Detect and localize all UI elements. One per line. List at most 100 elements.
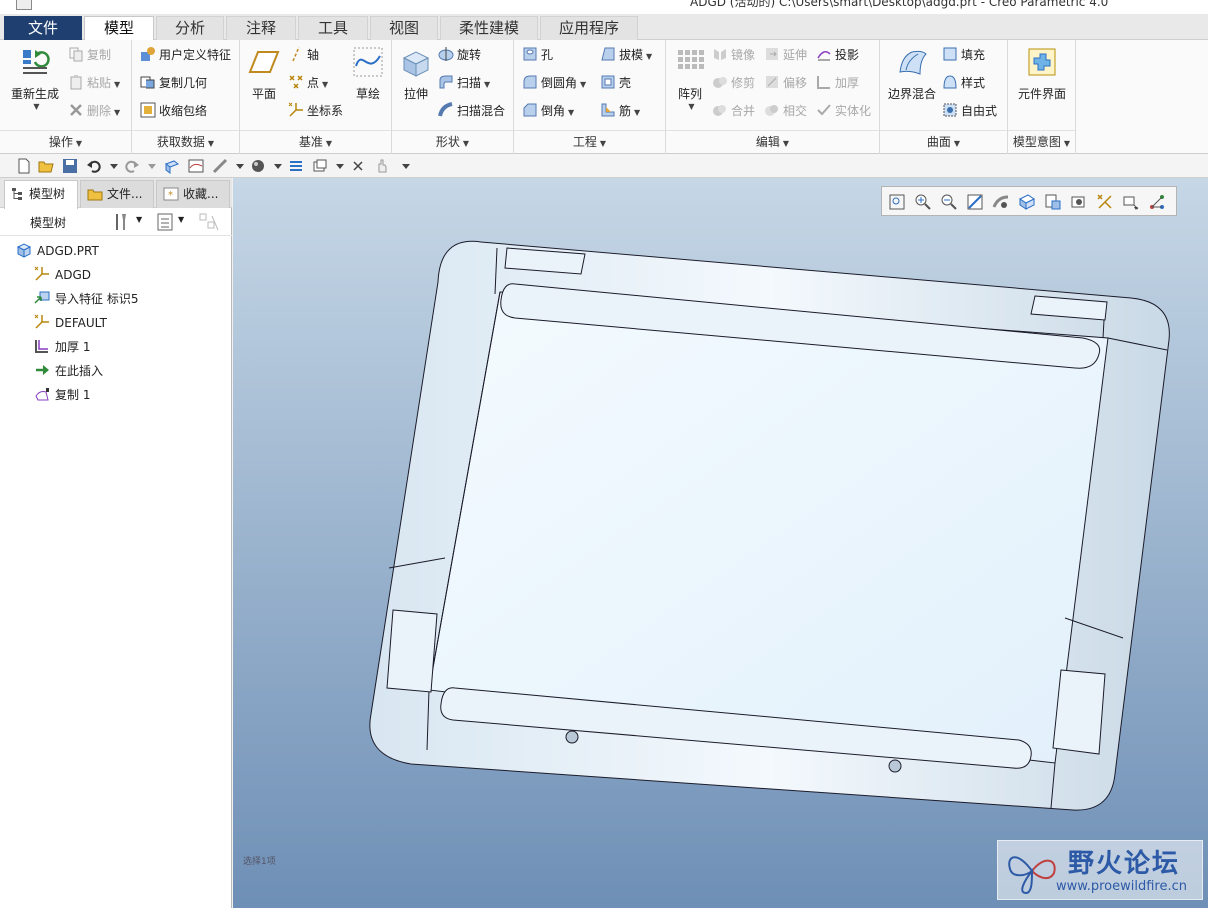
group-footer-get-data[interactable]: 获取数据 ▼ — [132, 130, 239, 152]
perspective-view-icon[interactable] — [1070, 193, 1088, 211]
extrude-button[interactable]: 拉伸 — [396, 46, 436, 102]
tree-item-thicken[interactable]: 加厚 1 — [34, 336, 90, 358]
settings-tools-icon[interactable] — [112, 212, 132, 232]
zoom-out-icon[interactable] — [940, 193, 958, 211]
group-footer-operations[interactable]: 操作 ▼ — [0, 130, 131, 152]
chevron-down-icon[interactable] — [144, 158, 160, 174]
view-manager-icon[interactable] — [1044, 193, 1062, 211]
freestyle-button[interactable]: 自由式 — [942, 100, 997, 122]
show-options-icon[interactable] — [156, 212, 174, 232]
datum-point-button[interactable]: 点 ▼ — [288, 72, 328, 94]
group-footer-engineering[interactable]: 工程 ▼ — [514, 130, 665, 152]
coordinate-system-button[interactable]: 坐标系 — [288, 100, 343, 122]
fill-button[interactable]: 填充 — [942, 44, 985, 66]
shrinkwrap-button[interactable]: 收缩包络 — [140, 100, 207, 122]
sweep-button[interactable]: 扫描 ▼ — [438, 72, 490, 94]
group-footer-editing[interactable]: 编辑 ▼ — [666, 130, 879, 152]
refit-icon[interactable] — [888, 193, 906, 211]
draft-button[interactable]: 拔模 ▼ — [600, 44, 652, 66]
measure-ruler-icon[interactable] — [212, 158, 228, 174]
tab-analysis[interactable]: 分析 — [156, 16, 224, 40]
close-window-icon[interactable] — [312, 158, 328, 174]
tree-item-insert-here[interactable]: 在此插入 — [34, 360, 103, 382]
windows-icon[interactable] — [188, 158, 204, 174]
annotation-display-icon[interactable] — [1122, 193, 1140, 211]
open-folder-icon[interactable] — [38, 158, 54, 174]
tab-favorites[interactable]: * 收藏... — [156, 180, 230, 208]
tab-model-tree[interactable]: 模型树 — [4, 180, 78, 209]
chevron-down-icon[interactable]: ▼ — [136, 215, 142, 224]
tree-item-csys-adgd[interactable]: ADGD — [34, 264, 91, 286]
new-file-icon[interactable] — [16, 158, 32, 174]
tab-applications[interactable]: 应用程序 — [540, 16, 638, 40]
component-interface-button[interactable]: 元件界面 — [1012, 46, 1072, 102]
datum-axis-button[interactable]: 轴 — [288, 44, 319, 66]
group-footer-datum[interactable]: 基准 ▼ — [240, 130, 391, 152]
style-button[interactable]: 样式 — [942, 72, 985, 94]
appearance-sphere-icon[interactable] — [250, 158, 266, 174]
rib-button[interactable]: 筋 ▼ — [600, 100, 640, 122]
filter-icon[interactable] — [198, 212, 220, 232]
copy-geometry-button[interactable]: 复制几何 — [140, 72, 207, 94]
paste-button[interactable]: 粘贴 ▼ — [68, 72, 120, 94]
copy-button[interactable]: 复制 — [68, 44, 111, 66]
merge-button[interactable]: 合并 — [712, 100, 755, 122]
regenerate-button[interactable]: 重新生成 ▼ — [6, 46, 64, 111]
chevron-down-icon[interactable] — [106, 158, 122, 174]
hand-pointer-icon[interactable] — [374, 158, 390, 174]
graphics-area[interactable]: 选择1项 野火论坛 www.proewildfire.cn — [233, 178, 1208, 908]
chevron-down-icon[interactable]: ▼ — [673, 102, 710, 111]
chevron-down-icon[interactable] — [232, 158, 248, 174]
tab-view[interactable]: 视图 — [370, 16, 438, 40]
sketch-button[interactable]: 草绘 — [348, 46, 388, 102]
app-menu-icon[interactable] — [16, 0, 32, 10]
group-footer-shapes[interactable]: 形状 ▼ — [392, 130, 513, 152]
intersect-button[interactable]: 相交 — [764, 100, 807, 122]
group-footer-model-intent[interactable]: 模型意图 ▼ — [1008, 130, 1075, 152]
tab-flexible-modeling[interactable]: 柔性建模 — [440, 16, 538, 40]
chevron-down-icon[interactable] — [270, 158, 286, 174]
tree-item-import-feature[interactable]: 导入特征 标识5 — [34, 288, 138, 310]
tab-folder-browser[interactable]: 文件... — [80, 180, 154, 208]
zoom-in-icon[interactable] — [914, 193, 932, 211]
model-view[interactable] — [233, 178, 1208, 908]
chevron-down-icon[interactable] — [332, 158, 348, 174]
delete-button[interactable]: 删除 ▼ — [68, 100, 120, 122]
revolve-button[interactable]: 旋转 — [438, 44, 481, 66]
display-style-icon[interactable] — [992, 193, 1010, 211]
customize-toolbar-icon[interactable] — [398, 158, 414, 174]
chamfer-button[interactable]: 倒角 ▼ — [522, 100, 574, 122]
regenerate-small-icon[interactable] — [164, 158, 180, 174]
spin-center-icon[interactable] — [1148, 193, 1166, 211]
tree-item-part[interactable]: ADGD.PRT — [16, 240, 99, 262]
trim-button[interactable]: 修剪 — [712, 72, 755, 94]
tree-item-csys-default[interactable]: DEFAULT — [34, 312, 107, 334]
tree-item-copy[interactable]: 复制 1 — [34, 384, 90, 406]
pattern-button[interactable]: 阵列 ▼ — [670, 46, 710, 111]
close-x-icon[interactable] — [350, 158, 366, 174]
tab-annotate[interactable]: 注释 — [226, 16, 296, 40]
offset-button[interactable]: 偏移 — [764, 72, 807, 94]
round-button[interactable]: 倒圆角 ▼ — [522, 72, 586, 94]
swept-blend-button[interactable]: 扫描混合 — [438, 100, 505, 122]
group-footer-surfaces[interactable]: 曲面 ▼ — [880, 130, 1007, 152]
repaint-icon[interactable] — [966, 193, 984, 211]
solidify-button[interactable]: 实体化 — [816, 100, 871, 122]
hole-button[interactable]: 孔 — [522, 44, 553, 66]
tab-model[interactable]: 模型 — [84, 16, 154, 42]
boundary-blend-button[interactable]: 边界混合 — [884, 46, 940, 102]
saved-orientations-icon[interactable] — [1018, 193, 1036, 211]
datum-display-filters-icon[interactable] — [1096, 193, 1114, 211]
mirror-button[interactable]: 镜像 — [712, 44, 755, 66]
extend-button[interactable]: 延伸 — [764, 44, 807, 66]
chevron-down-icon[interactable]: ▼ — [178, 215, 184, 224]
thicken-button[interactable]: 加厚 — [816, 72, 859, 94]
undo-icon[interactable] — [86, 158, 102, 174]
shell-button[interactable]: 壳 — [600, 72, 631, 94]
project-button[interactable]: 投影 — [816, 44, 859, 66]
chevron-down-icon[interactable]: ▼ — [9, 102, 64, 111]
tab-tools[interactable]: 工具 — [298, 16, 368, 40]
datum-plane-button[interactable]: 平面 — [244, 46, 284, 102]
udf-button[interactable]: 用户定义特征 — [140, 44, 231, 66]
save-icon[interactable] — [62, 158, 78, 174]
